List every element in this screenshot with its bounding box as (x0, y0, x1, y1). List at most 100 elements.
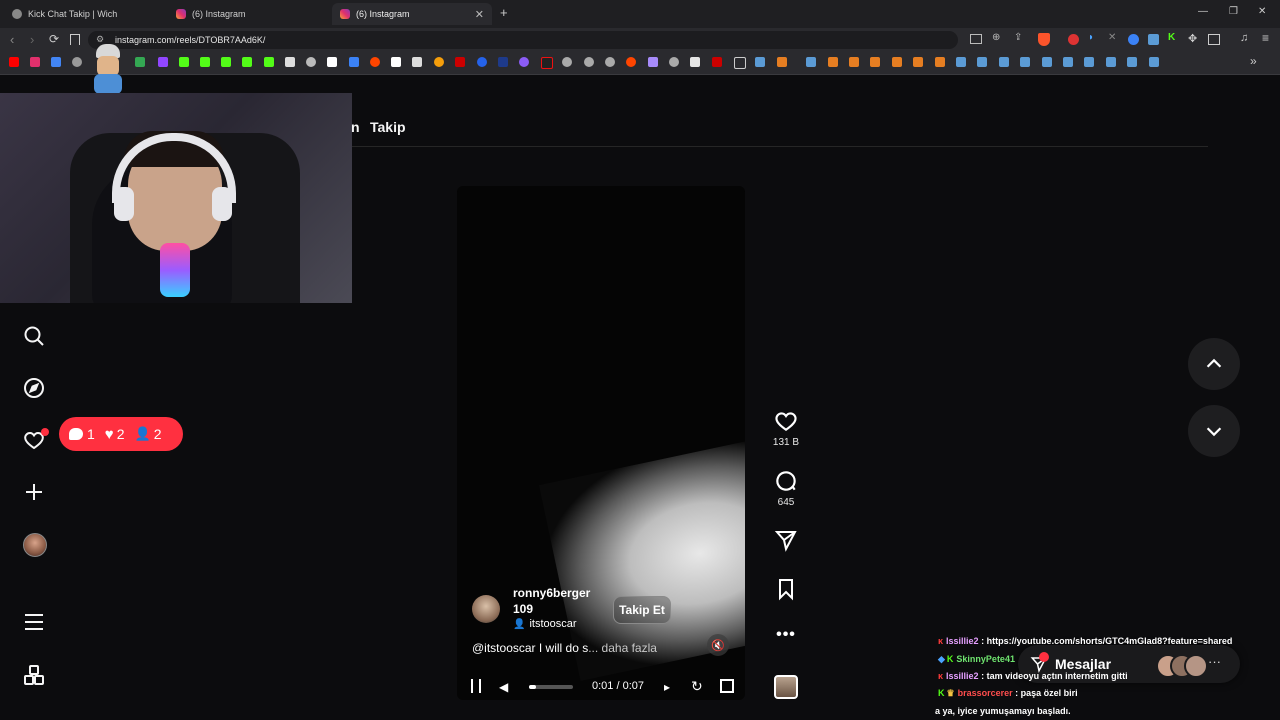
bookmark-icon[interactable] (306, 57, 316, 67)
bookmark-icon[interactable] (434, 57, 444, 67)
reel-video[interactable]: ronny6berger 109 Takip Et 👤 itstooscar @… (457, 186, 745, 700)
bookmark-icon[interactable] (541, 57, 553, 69)
extension-icon[interactable]: ✕ (1108, 32, 1116, 43)
mute-icon[interactable]: 🔇 (707, 634, 729, 656)
steam-bookmark-icon[interactable] (1127, 57, 1137, 67)
steam-bookmark-icon[interactable] (1106, 57, 1116, 67)
more-options-icon[interactable]: ••• (772, 626, 800, 644)
extensions-icon[interactable]: ✥ (1188, 32, 1197, 45)
bookmark-page-icon[interactable] (70, 34, 80, 45)
folder-bookmark-icon[interactable] (734, 57, 746, 69)
bookmark-icon[interactable] (648, 57, 658, 67)
header-partial-tab[interactable]: n (351, 119, 360, 135)
save-bookmark-icon[interactable] (772, 577, 800, 601)
instagram-bookmark-icon[interactable] (30, 57, 40, 67)
profile-avatar[interactable] (23, 533, 47, 557)
url-text[interactable]: instagram.com/reels/DTOBR7AAd6K/ (115, 35, 265, 45)
globe-bookmark-icon[interactable] (669, 57, 679, 67)
bookmark-icon[interactable] (913, 57, 923, 67)
close-window-button[interactable]: ✕ (1258, 6, 1266, 17)
translate-bookmark-icon[interactable] (51, 57, 61, 67)
share-icon[interactable]: ⇪ (1014, 32, 1022, 43)
caption-more-link[interactable]: ... daha fazla (588, 641, 657, 655)
steam-bookmark-icon[interactable] (956, 57, 966, 67)
twitch-bookmark-icon[interactable] (158, 57, 168, 67)
minimize-button[interactable]: — (1198, 6, 1208, 17)
bookmark-icon[interactable] (412, 57, 422, 67)
author-username[interactable]: ronny6berger (513, 586, 590, 600)
comment-bubble-icon[interactable] (772, 468, 800, 494)
bookmark-icon[interactable] (455, 57, 465, 67)
steam-bookmark-icon[interactable] (999, 57, 1009, 67)
reddit-bookmark-icon[interactable] (626, 57, 636, 67)
youtube-bookmark-icon[interactable] (9, 57, 19, 67)
address-bar[interactable]: ⚙ instagram.com/reels/DTOBR7AAd6K/ (88, 31, 958, 49)
extension-icon[interactable] (1128, 34, 1139, 45)
globe-bookmark-icon[interactable] (562, 57, 572, 67)
brave-shield-icon[interactable] (1038, 33, 1050, 46)
share-send-icon[interactable] (772, 528, 800, 552)
pause-icon[interactable] (471, 679, 481, 693)
previous-reel-button[interactable] (1188, 338, 1240, 390)
bookmark-icon[interactable] (498, 57, 508, 67)
drive-bookmark-icon[interactable] (135, 57, 145, 67)
tab-instagram-1[interactable]: (6) Instagram (168, 3, 328, 25)
sidebar-toggle-icon[interactable] (1208, 34, 1220, 45)
globe-bookmark-icon[interactable] (584, 57, 594, 67)
activity-badge[interactable]: 1 ♥ 2 👤 2 (59, 417, 183, 451)
forward-icon[interactable]: › (30, 32, 34, 47)
volume-icon[interactable]: ◀ (499, 680, 508, 694)
bookmark-icon[interactable] (712, 57, 722, 67)
fullscreen-icon[interactable] (720, 679, 734, 693)
steam-bookmark-icon[interactable] (755, 57, 765, 67)
kick-bookmark-icon[interactable] (264, 57, 274, 67)
follow-button[interactable]: Takip Et (613, 596, 671, 624)
reddit-bookmark-icon[interactable] (370, 57, 380, 67)
bookmark-icon[interactable] (828, 57, 838, 67)
bookmark-icon[interactable] (935, 57, 945, 67)
kick-bookmark-icon[interactable] (221, 57, 231, 67)
kick-bookmark-icon[interactable] (179, 57, 189, 67)
progress-track[interactable] (529, 685, 573, 689)
bookmark-icon[interactable] (892, 57, 902, 67)
speed-icon[interactable]: ▸ (664, 680, 670, 694)
explore-icon[interactable] (22, 376, 46, 400)
close-tab-icon[interactable]: ✕ (475, 8, 484, 21)
tab-instagram-active[interactable]: (6) Instagram ✕ (332, 3, 492, 25)
steam-bookmark-icon[interactable] (1042, 57, 1052, 67)
steam-bookmark-icon[interactable] (1084, 57, 1094, 67)
anchor-bookmark-icon[interactable] (285, 57, 295, 67)
audio-thumbnail[interactable] (774, 675, 798, 699)
kick-bookmark-icon[interactable] (242, 57, 252, 67)
bookmark-icon[interactable] (690, 57, 700, 67)
bookmark-icon[interactable] (777, 57, 787, 67)
tab-kick-chat[interactable]: Kick Chat Takip | Wich (4, 3, 164, 25)
like-heart-icon[interactable] (772, 408, 800, 434)
steam-bookmark-icon[interactable] (1149, 57, 1159, 67)
bookmark-icon[interactable] (870, 57, 880, 67)
music-icon[interactable]: ♫ (1240, 32, 1248, 44)
bookmark-icon[interactable] (391, 57, 401, 67)
tab-following[interactable]: Takip (370, 119, 406, 135)
create-plus-icon[interactable] (22, 480, 46, 504)
bookmark-icon[interactable] (519, 57, 529, 67)
reload-icon[interactable]: ⟳ (49, 32, 59, 46)
bookmark-icon[interactable] (849, 57, 859, 67)
replay-icon[interactable]: ↻ (691, 678, 703, 695)
kick-bookmark-icon[interactable] (200, 57, 210, 67)
next-reel-button[interactable] (1188, 405, 1240, 457)
menu-icon[interactable]: ≡ (1262, 31, 1269, 45)
extension-icon[interactable]: ◗ (1088, 32, 1094, 43)
bookmark-icon[interactable] (349, 57, 359, 67)
maximize-button[interactable]: ❐ (1229, 6, 1238, 17)
new-tab-button[interactable]: + (500, 5, 508, 20)
search-icon[interactable] (22, 324, 46, 348)
steam-bookmark-icon[interactable] (1063, 57, 1073, 67)
extension-icon[interactable] (1148, 34, 1159, 45)
more-icon[interactable]: ··· (1208, 654, 1221, 669)
more-apps-icon[interactable] (22, 663, 46, 687)
kick-extension-icon[interactable]: K (1168, 32, 1175, 43)
globe-bookmark-icon[interactable] (605, 57, 615, 67)
bookmark-icon[interactable] (477, 57, 487, 67)
author-avatar[interactable] (472, 595, 500, 623)
